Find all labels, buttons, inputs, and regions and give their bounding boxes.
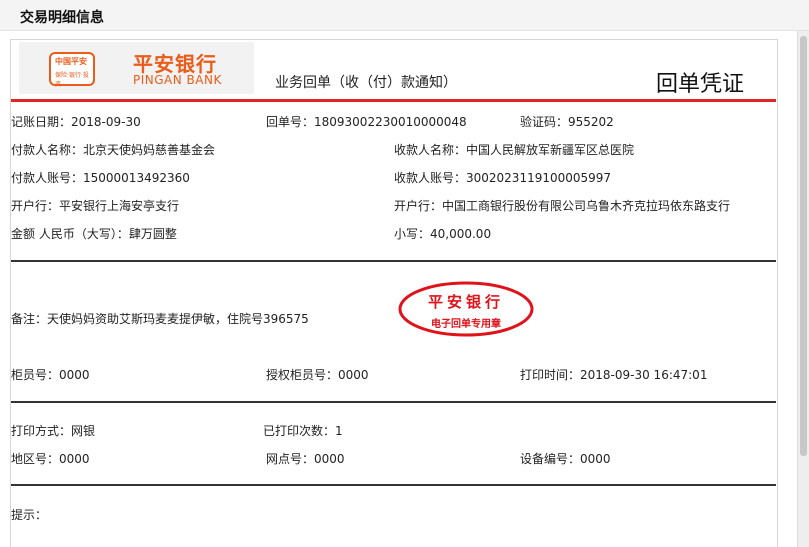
section-divider xyxy=(11,484,776,486)
scrollbar-thumb[interactable] xyxy=(800,36,807,456)
voucher-title: 回单凭证 xyxy=(656,72,745,97)
payer-bank: 开户行：平安银行上海安亭支行 xyxy=(11,199,180,213)
teller-number: 柜员号：0000 xyxy=(11,368,90,382)
remark: 备注：天使妈妈资助艾斯玛麦麦提伊敏，住院号396575 xyxy=(11,312,309,326)
amount-lower: 小写：40,000.00 xyxy=(394,227,492,241)
bank-seal-stamp: 平安银行 电子回单专用章 xyxy=(397,281,535,337)
print-time: 打印时间：2018-09-30 16:47:01 xyxy=(520,368,708,382)
payee-account: 收款人账号：3002023119100005997 xyxy=(394,171,612,185)
payee-name: 收款人名称：中国人民解放军新疆军区总医院 xyxy=(394,143,635,157)
title-bar: 交易明细信息 xyxy=(0,0,809,31)
header-divider xyxy=(11,99,776,102)
notice-title: 业务回单（收（付）款通知） xyxy=(275,75,457,91)
area-number: 地区号：0000 xyxy=(11,452,90,466)
section-divider xyxy=(11,401,776,403)
bank-name-en: PINGAN BANK xyxy=(133,73,222,87)
print-method: 打印方式：网银 xyxy=(11,424,96,438)
receipt-document: 中国平安 保险·银行·投资 平安银行 PINGAN BANK 业务回单（收（付）… xyxy=(10,39,778,547)
payer-account: 付款人账号：15000013492360 xyxy=(11,171,190,185)
document-viewport[interactable]: 中国平安 保险·银行·投资 平安银行 PINGAN BANK 业务回单（收（付）… xyxy=(0,31,798,547)
payer-name: 付款人名称：北京天使妈妈慈善基金会 xyxy=(11,143,216,157)
print-count: 已打印次数：1 xyxy=(263,424,343,438)
account-date: 记账日期：2018-09-30 xyxy=(11,115,141,129)
device-number: 设备编号：0000 xyxy=(520,452,611,466)
logo-badge-sub: 保险·银行·投资 xyxy=(55,72,89,88)
section-divider xyxy=(11,260,776,262)
receipt-number: 回单号：18093002230010000048 xyxy=(266,115,467,129)
seal-bottom-text: 电子回单专用章 xyxy=(431,319,501,330)
amount-upper: 金额 人民币（大写）：肆万圆整 xyxy=(11,227,177,241)
pingan-badge-icon: 中国平安 保险·银行·投资 xyxy=(49,52,95,88)
logo-badge-name: 中国平安 xyxy=(55,57,87,66)
verify-code: 验证码：955202 xyxy=(520,115,614,129)
tips-label: 提示： xyxy=(11,508,48,522)
branch-number: 网点号：0000 xyxy=(266,452,345,466)
window-title: 交易明细信息 xyxy=(20,10,104,26)
auth-teller-number: 授权柜员号：0000 xyxy=(266,368,369,382)
payee-bank: 开户行：中国工商银行股份有限公司乌鲁木齐克拉玛依东路支行 xyxy=(394,199,731,213)
seal-top-text: 平安银行 xyxy=(427,293,504,311)
bank-logo: 中国平安 保险·银行·投资 平安银行 PINGAN BANK xyxy=(19,42,254,94)
